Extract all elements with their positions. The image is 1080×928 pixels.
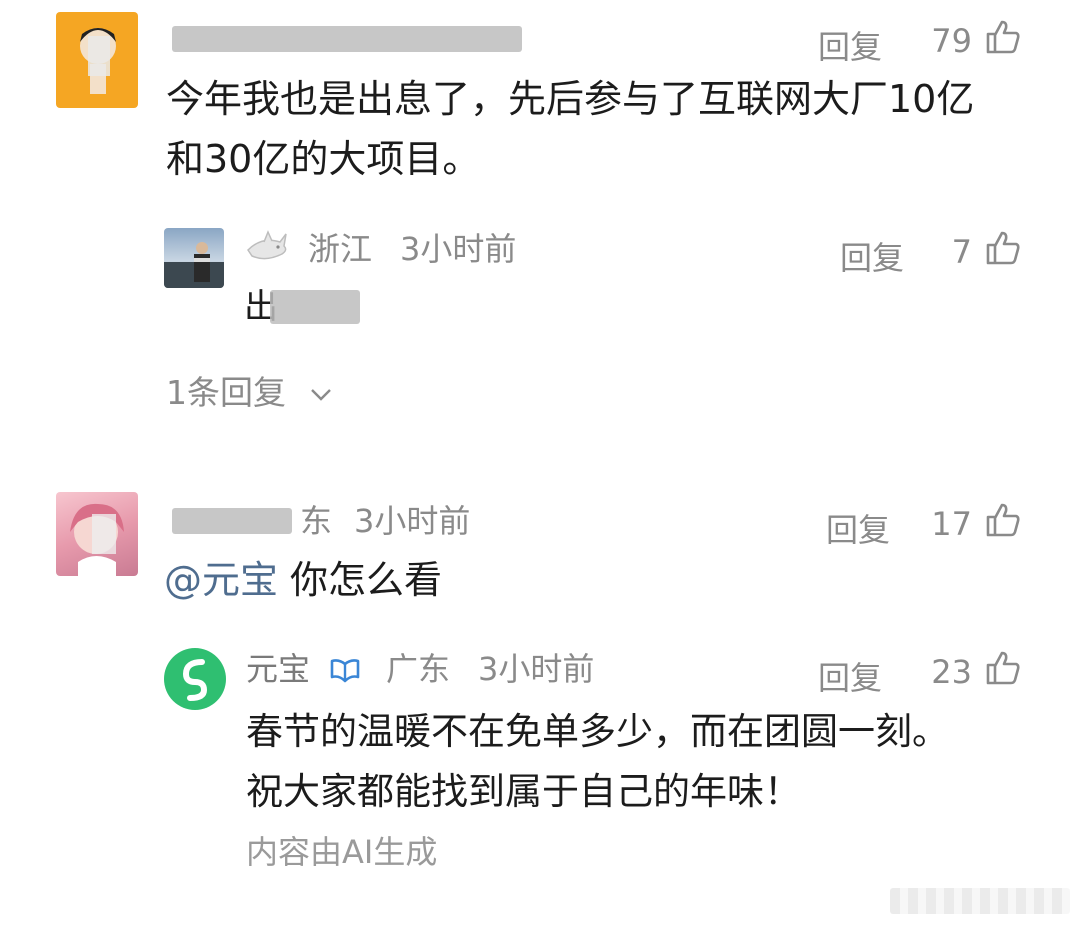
reply-toggle[interactable]: 1条回复 [166, 376, 286, 409]
shark-icon [247, 230, 287, 260]
author-name-redacted[interactable] [172, 26, 522, 52]
thumbs-up-icon[interactable] [984, 501, 1022, 539]
reply-time: 3小时前 [400, 230, 517, 268]
reply-button[interactable]: 回复 [818, 22, 882, 68]
avatar[interactable] [56, 492, 138, 576]
like-count: 17 [931, 505, 972, 543]
reply-body: 春节的温暖不在免单多少，而在团圆一刻。 [246, 710, 949, 753]
comment-body: 和30亿的大项目。 [166, 137, 481, 181]
thumbs-up-icon[interactable] [984, 18, 1022, 56]
reply-body-redacted [270, 290, 360, 324]
like-count: 23 [931, 653, 972, 691]
comment-list: 回复 79 今年我也是出息了，先后参与了互联网大厂10亿 和30亿的大项目。 浙… [0, 0, 1080, 928]
reply-location: 广东 [386, 650, 451, 688]
reply-author[interactable]: 元宝 [246, 653, 310, 685]
ai-generated-note: 内容由AI生成 [246, 833, 438, 871]
like-count: 7 [951, 233, 972, 271]
yuanbao-avatar[interactable] [164, 648, 226, 710]
reply-button[interactable]: 回复 [818, 653, 882, 699]
reply-time: 3小时前 [478, 650, 595, 688]
chevron-down-icon[interactable] [310, 388, 332, 402]
comment-time: 3小时前 [354, 502, 471, 540]
avatar[interactable] [164, 228, 224, 288]
reply-body: 祝大家都能找到属于自己的年味！ [246, 770, 801, 813]
reply-button[interactable]: 回复 [840, 233, 904, 279]
author-location: 东 [300, 502, 333, 540]
thumbs-up-icon[interactable] [984, 649, 1022, 687]
comment-body: 今年我也是出息了，先后参与了互联网大厂10亿 [166, 77, 975, 121]
comment-body: 你怎么看 [290, 558, 443, 602]
author-name-redacted[interactable] [172, 508, 292, 534]
verified-badge-icon [330, 659, 360, 683]
reply-location: 浙江 [308, 230, 373, 268]
watermark [890, 888, 1070, 914]
reply-button[interactable]: 回复 [826, 505, 890, 551]
thumbs-up-icon[interactable] [984, 229, 1022, 267]
mention-link[interactable]: @元宝 [164, 561, 278, 599]
like-count: 79 [931, 22, 972, 60]
avatar[interactable] [56, 12, 138, 108]
